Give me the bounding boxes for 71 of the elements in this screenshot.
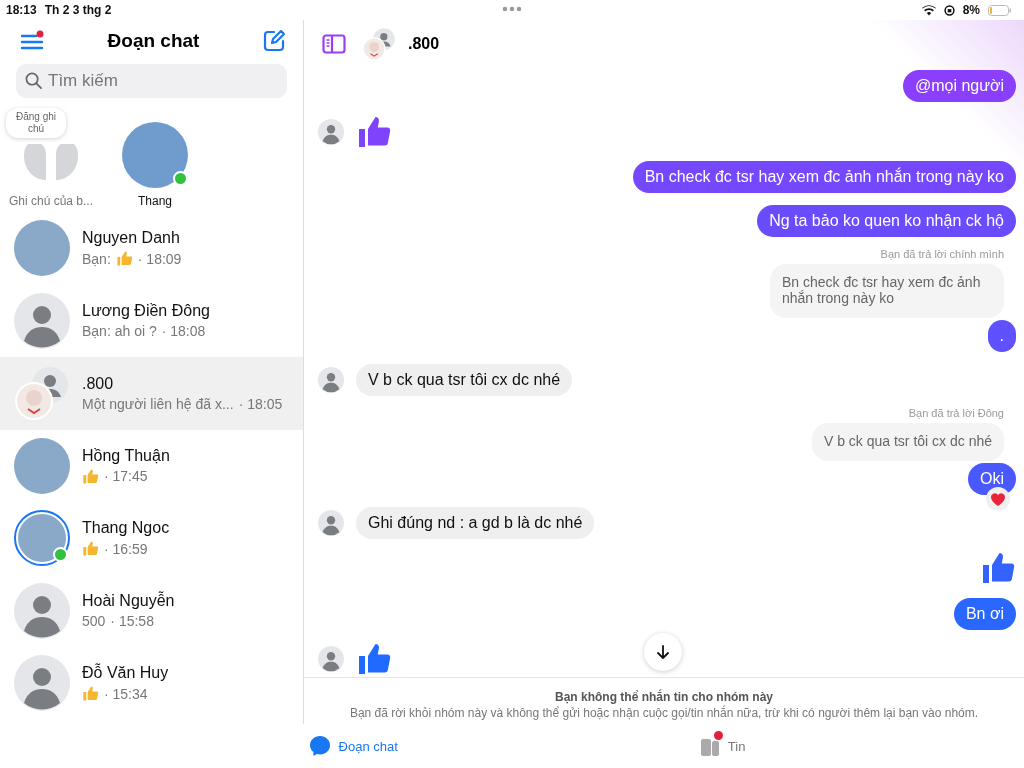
battery-icon <box>988 4 1012 16</box>
quoted-message: Bn check đc tsr hay xem đc ảnh nhắn trong này ko <box>770 264 1004 318</box>
avatar-silhouette-icon <box>14 292 70 349</box>
message-time: · 18:09 <box>137 250 182 267</box>
quoted-message: V b ck qua tsr tôi cx dc nhé <box>811 423 1004 461</box>
message-preview: Bạn: <box>82 250 111 267</box>
group-avatar-icon <box>362 27 396 61</box>
thumbs-up-icon <box>980 550 1016 586</box>
message-bubble: Ghi đúng nd : a gd b là dc nhé <box>356 506 595 539</box>
message-time: · 15:34 <box>104 685 148 702</box>
message-bubble: Oki <box>968 463 1016 495</box>
avatar-silhouette-icon <box>14 582 70 639</box>
avatar-photo <box>18 514 66 563</box>
note-label: Ghi chú của b... <box>8 194 93 208</box>
conversation-item[interactable]: Hồng Thuận · 17:45 <box>0 429 303 502</box>
conversation-name: .800 <box>82 374 115 393</box>
avatar-silhouette-icon <box>14 655 70 712</box>
search-field[interactable]: Tìm kiếm <box>16 64 287 98</box>
avatar-silhouette-icon <box>318 646 344 672</box>
message-time: · 18:08 <box>161 323 206 340</box>
scroll-down-button[interactable] <box>644 633 682 671</box>
heart-reaction-icon[interactable] <box>986 487 1010 511</box>
orientation-lock-icon <box>943 4 955 16</box>
conversation-name: Thang Ngoc <box>82 519 170 538</box>
message-time: · 15:58 <box>110 613 154 630</box>
chat-title[interactable]: .800 <box>408 35 440 53</box>
conversation-name: Hồng Thuận <box>82 446 170 465</box>
message-time: · 17:45 <box>104 468 148 485</box>
message-bubble: . <box>987 320 1016 352</box>
conversation-name: Nguyen Danh <box>82 229 181 248</box>
message-bubble: Bn ơi <box>953 597 1016 630</box>
message-preview: Một người liên hệ đã x... <box>82 395 234 412</box>
conversation-item[interactable]: Thang Ngoc · 16:59 <box>0 502 303 575</box>
search-icon <box>25 72 42 89</box>
reply-label: Bạn đã trả lời chính mình <box>880 248 1004 260</box>
thumbs-up-icon <box>356 641 392 677</box>
sidebar-title: Đoạn chat <box>107 30 200 52</box>
notice-title: Bạn không thể nhắn tin cho nhóm này <box>555 690 773 704</box>
message-time: · 18:05 <box>238 395 283 412</box>
chat-bubble-icon <box>308 735 331 757</box>
message-bubble: V b ck qua tsr tôi cx dc nhé <box>356 363 573 396</box>
message-bubble: @mọi người <box>902 70 1016 102</box>
message-preview: Bạn: ah oi ? <box>82 323 157 340</box>
status-time: 18:13 <box>6 3 37 17</box>
message-preview: 500 <box>82 613 106 630</box>
notice-text: Bạn đã rời khỏi nhóm này và không thể gửi hoặc nhận cuộc gọi/tin nhắn nữa, trừ khi có người thêm lại bạn vào nhóm. <box>349 706 979 720</box>
group-avatar-icon <box>14 365 70 422</box>
message-bubble: Bn check đc tsr hay xem đc ảnh nhắn trong này ko <box>632 161 1016 193</box>
conversation-item[interactable]: Lương Điền Đông Bạn: ah oi ? · 18:08 <box>0 284 303 357</box>
message-time: · 16:59 <box>104 540 148 557</box>
conversation-item[interactable]: Nguyen Danh Bạn: · 18:09 <box>0 212 303 285</box>
conversation-item[interactable]: .800 Một người liên hệ đã x... · 18:05 <box>0 357 303 430</box>
tab[interactable]: Đoạn chat <box>302 734 404 758</box>
avatar-silhouette-icon <box>318 366 344 393</box>
status-date: Th 2 3 thg 2 <box>44 3 112 17</box>
down-arrow-icon <box>655 644 671 660</box>
multitask-dots-icon[interactable] <box>502 6 522 12</box>
conversation-name: Hoài Nguyễn <box>82 592 175 611</box>
battery-percent: 8% <box>962 3 980 17</box>
conversation-name: Đỗ Văn Huy <box>82 664 169 683</box>
conversation-item[interactable]: Đỗ Văn Huy · 15:34 <box>0 647 303 720</box>
reply-label: Bạn đã trả lời Đông <box>908 407 1004 419</box>
wifi-icon <box>921 4 936 16</box>
avatar-silhouette-icon <box>318 509 344 536</box>
avatar-silhouette-icon <box>318 118 344 145</box>
tab[interactable]: Tin <box>693 733 752 759</box>
note-label: Thang <box>138 194 172 208</box>
conversation-item[interactable]: Hoài Nguyễn 500 · 15:58 <box>0 574 303 647</box>
conversation-name: Lương Điền Đông <box>82 302 210 321</box>
note-bubble[interactable]: Đăng ghi chú <box>6 108 66 138</box>
message-bubble: Ng ta bảo ko quen ko nhận ck hộ <box>757 204 1016 237</box>
